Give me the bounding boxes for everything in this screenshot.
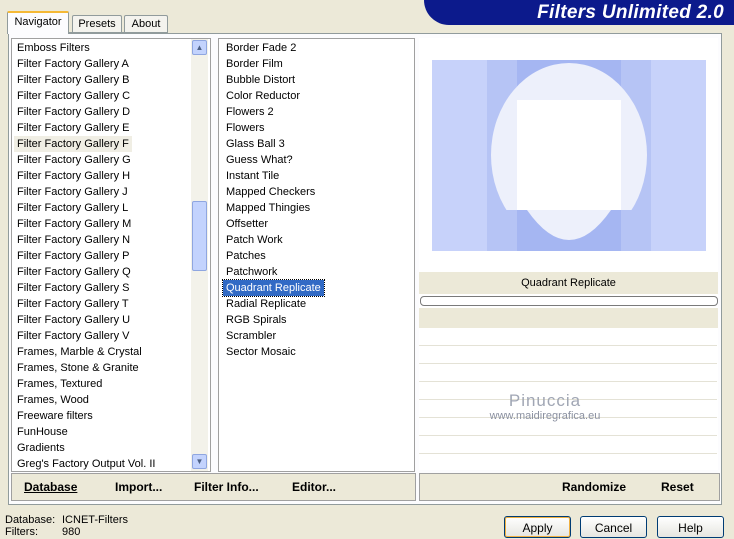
category-item[interactable]: Filter Factory Gallery P <box>14 248 132 264</box>
category-item[interactable]: Filter Factory Gallery C <box>14 88 133 104</box>
category-item[interactable]: Filter Factory Gallery B <box>14 72 132 88</box>
app-title: Filters Unlimited 2.0 <box>537 2 724 23</box>
tab-navigator[interactable]: Navigator <box>7 11 69 34</box>
editor-button[interactable]: Editor... <box>292 480 336 494</box>
category-item[interactable]: Filter Factory Gallery E <box>14 120 132 136</box>
category-item[interactable]: Frames, Wood <box>14 392 92 408</box>
category-item[interactable]: Frames, Textured <box>14 376 105 392</box>
category-item[interactable]: Filter Factory Gallery L <box>14 200 131 216</box>
category-item[interactable]: Frames, Stone & Granite <box>14 360 142 376</box>
filter-item[interactable]: Offsetter <box>223 216 271 232</box>
watermark-name: Pinuccia <box>508 391 582 410</box>
database-button[interactable]: Database <box>24 480 77 494</box>
category-item[interactable]: Filter Factory Gallery D <box>14 104 133 120</box>
preview-filter-name: Quadrant Replicate <box>521 277 616 289</box>
category-item[interactable]: Filter Factory Gallery J <box>14 184 131 200</box>
category-item[interactable]: Filter Factory Gallery N <box>14 232 133 248</box>
preview-image <box>432 60 706 251</box>
filter-info-button[interactable]: Filter Info... <box>194 480 259 494</box>
database-label: Database: <box>5 514 56 526</box>
category-item[interactable]: Filter Factory Gallery U <box>14 312 133 328</box>
preview-panel: Quadrant Replicate Pinuccia www.maidireg… <box>419 38 718 470</box>
filters-label: Filters: <box>5 526 38 538</box>
help-button[interactable]: Help <box>657 516 724 538</box>
right-toolbar: Randomize Reset <box>419 473 720 501</box>
filter-item[interactable]: Radial Replicate <box>223 296 309 312</box>
category-item[interactable]: Filter Factory Gallery Q <box>14 264 134 280</box>
filter-item[interactable]: Flowers 2 <box>223 104 277 120</box>
watermark-url: www.maidiregrafica.eu <box>489 410 601 422</box>
filter-item[interactable]: Guess What? <box>223 152 296 168</box>
filter-item[interactable]: Color Reductor <box>223 88 303 104</box>
tab-presets[interactable]: Presets <box>72 15 122 33</box>
category-item[interactable]: Greg's Factory Output Vol. II <box>14 456 158 471</box>
filter-item[interactable]: Sector Mosaic <box>223 344 299 360</box>
left-toolbar: Database Import... Filter Info... Editor… <box>11 473 416 501</box>
filter-item[interactable]: Bubble Distort <box>223 72 298 88</box>
filters-count: 980 <box>62 526 81 538</box>
watermark: Pinuccia www.maidiregrafica.eu <box>455 391 635 422</box>
filter-item[interactable]: Patchwork <box>223 264 280 280</box>
category-list[interactable]: Emboss Filters Filter Factory Gallery A Fi… <box>11 38 211 472</box>
scroll-up-button[interactable]: ▲ <box>192 40 207 55</box>
category-item[interactable]: Emboss Filters <box>14 40 93 56</box>
filter-item[interactable]: Flowers <box>223 120 268 136</box>
scroll-thumb[interactable] <box>192 201 207 271</box>
category-item[interactable]: Filter Factory Gallery F <box>14 136 132 152</box>
category-item[interactable]: Filter Factory Gallery V <box>14 328 132 344</box>
reset-button[interactable]: Reset <box>661 480 694 494</box>
filter-item[interactable]: Mapped Thingies <box>223 200 313 216</box>
category-item[interactable]: FunHouse <box>14 424 71 440</box>
preview-name-bar: Quadrant Replicate <box>419 272 718 294</box>
filter-item[interactable]: RGB Spirals <box>223 312 290 328</box>
filter-item[interactable]: Patches <box>223 248 269 264</box>
category-item[interactable]: Gradients <box>14 440 68 456</box>
progress-bar <box>420 296 718 306</box>
database-value: ICNET-Filters <box>62 514 128 526</box>
randomize-button[interactable]: Randomize <box>562 480 626 494</box>
category-item[interactable]: Filter Factory Gallery H <box>14 168 133 184</box>
apply-button[interactable]: Apply <box>504 516 571 538</box>
import-button[interactable]: Import... <box>115 480 162 494</box>
filter-item[interactable]: Mapped Checkers <box>223 184 318 200</box>
filter-item[interactable]: Patch Work <box>223 232 286 248</box>
tab-about[interactable]: About <box>124 15 168 33</box>
category-item[interactable]: Freeware filters <box>14 408 96 424</box>
slider-area-header <box>419 308 718 328</box>
title-banner: Filters Unlimited 2.0 <box>424 0 734 25</box>
category-item[interactable]: Frames, Marble & Crystal <box>14 344 145 360</box>
scroll-down-button[interactable]: ▼ <box>192 454 207 469</box>
filter-item[interactable]: Border Fade 2 <box>223 40 299 56</box>
filter-item[interactable]: Quadrant Replicate <box>222 279 325 297</box>
category-item[interactable]: Filter Factory Gallery M <box>14 216 134 232</box>
filter-item[interactable]: Scrambler <box>223 328 279 344</box>
filter-item[interactable]: Border Film <box>223 56 286 72</box>
filter-item[interactable]: Instant Tile <box>223 168 282 184</box>
category-scrollbar[interactable]: ▲ ▼ <box>191 39 208 471</box>
category-item[interactable]: Filter Factory Gallery T <box>14 296 132 312</box>
category-item[interactable]: Filter Factory Gallery S <box>14 280 132 296</box>
cancel-button[interactable]: Cancel <box>580 516 647 538</box>
filter-item[interactable]: Glass Ball 3 <box>223 136 288 152</box>
status-info: Database: ICNET-Filters Filters: 980 <box>5 514 128 538</box>
category-item[interactable]: Filter Factory Gallery G <box>14 152 134 168</box>
category-item[interactable]: Filter Factory Gallery A <box>14 56 132 72</box>
filter-list[interactable]: Border Fade 2 Border Film Bubble Distort Co… <box>218 38 415 472</box>
